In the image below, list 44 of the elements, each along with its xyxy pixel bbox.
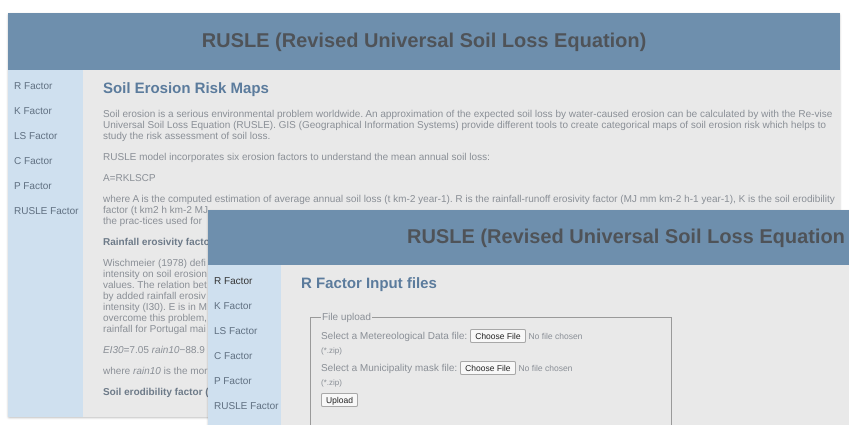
paragraph-line: where A is the computed estimation of average annual soil loss (t km-2 year-1). R is the rainfall-runoff erosivity factor (MJ mm km-2 h-1 year-1), K is the soil erodibility — [103, 194, 835, 205]
paragraph-line: RUSLE model incorporates six erosion factors to understand the mean annual soil loss: — [103, 152, 490, 163]
upload-button[interactable]: Upload — [321, 393, 358, 407]
page-title: RUSLE (Revised Universal Soil Loss Equation — [407, 226, 845, 249]
section-heading: Soil erodibility factor ( — [103, 387, 209, 398]
paragraph-line: by added rainfall erosiv — [103, 291, 206, 302]
file-type-hint: (*.zip) — [321, 378, 342, 387]
sidebar-item[interactable]: RUSLE Factor — [208, 400, 278, 414]
sidebar-item[interactable]: RUSLE Factor — [8, 205, 78, 219]
choose-file-button[interactable]: Choose File — [470, 329, 526, 343]
paragraph-line: the prac-tices used for — [103, 216, 202, 227]
paragraph-line: intensity (I30). E is in M — [103, 302, 207, 313]
page-title: RUSLE (Revised Universal Soil Loss Equation) — [202, 30, 646, 53]
sidebar-item[interactable]: K Factor — [208, 300, 252, 314]
choose-file-button[interactable]: Choose File — [460, 361, 516, 375]
file-status: No file chosen — [528, 331, 582, 341]
sidebar-item[interactable]: R Factor — [8, 80, 52, 94]
sidebar-item[interactable]: P Factor — [208, 375, 252, 389]
file-type-hint: (*.zip) — [321, 346, 342, 355]
sidebar-item[interactable]: K Factor — [8, 105, 52, 119]
file-status: No file chosen — [518, 363, 572, 373]
sidebar-item[interactable]: LS Factor — [208, 325, 258, 339]
sidebar-item[interactable]: C Factor — [8, 155, 52, 169]
paragraph-line: EI30=7.05 rain10−88.9 — [103, 345, 205, 356]
sidebar-item[interactable]: R Factor — [208, 275, 252, 289]
sidebar-item[interactable]: C Factor — [208, 350, 252, 364]
paragraph-line: Soil erosion is a serious environmental problem worldwide. An approximation of the expected soil loss by water-caused erosion can be calculated by with the Re-vise — [103, 109, 832, 120]
page-heading: R Factor Input files — [301, 275, 438, 292]
sidebar-item[interactable]: LS Factor — [8, 130, 58, 144]
paragraph-line: Wischmeier (1978) defi — [103, 258, 206, 269]
paragraph-line: where rain10 is the mor — [103, 366, 208, 377]
field-label: Select a Municipality mask file: — [321, 362, 458, 374]
page-heading: Soil Erosion Risk Maps — [103, 80, 270, 97]
paragraph-line: overcome this problem, — [103, 313, 207, 324]
field-label: Select a Metereological Data file: — [321, 330, 468, 342]
group-legend: File upload — [321, 312, 372, 323]
paragraph-line: factor (t km2 h km-2 MJ — [103, 205, 208, 216]
paragraph-line: rainfall for Portugal mai — [103, 324, 206, 335]
sidebar-item[interactable]: P Factor — [8, 180, 52, 194]
paragraph-line: values. The relation bet — [103, 280, 207, 291]
paragraph-line: A=RKLSCP — [103, 173, 156, 184]
paragraph-line: intensity on soil erosion — [103, 269, 207, 280]
paragraph-line: study the risk assessment of soil loss. — [103, 131, 270, 142]
paragraph-line: Universal Soil Loss Equation (RUSLE). GIS (Geographical Information Systems) provide different tools to create categorical maps of soil erosion risk which helps to — [103, 120, 826, 131]
